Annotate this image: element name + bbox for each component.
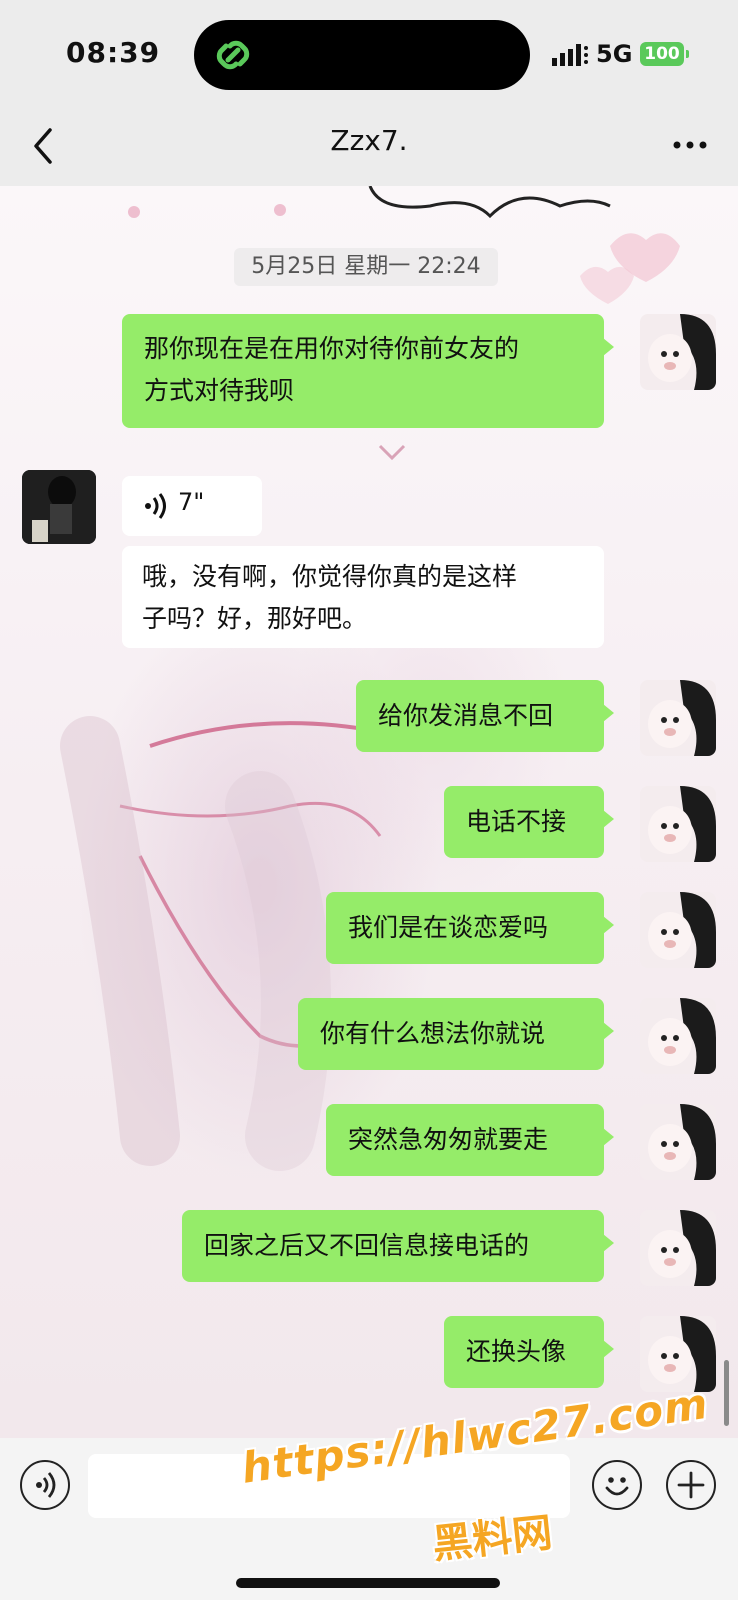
- contact-avatar[interactable]: [22, 470, 96, 544]
- my-avatar[interactable]: [640, 786, 716, 862]
- home-indicator: [236, 1578, 500, 1588]
- my-avatar[interactable]: [640, 998, 716, 1074]
- plus-icon: [677, 1471, 705, 1499]
- emoji-icon: [605, 1477, 629, 1496]
- avatar-image: [640, 1104, 716, 1180]
- avatar-image: [640, 892, 716, 968]
- avatar-image: [640, 786, 716, 862]
- status-time: 08:39: [66, 36, 161, 69]
- avatar-image: [640, 1210, 716, 1286]
- more-actions-button[interactable]: [666, 1460, 716, 1510]
- avatar-image: [640, 998, 716, 1074]
- signal-icon: [552, 44, 588, 66]
- message-bubble-sent[interactable]: 还换头像: [444, 1316, 614, 1388]
- message-bubble-sent[interactable]: 回家之后又不回信息接电话的: [182, 1210, 614, 1282]
- my-avatar[interactable]: [640, 314, 716, 390]
- message-input[interactable]: [88, 1454, 570, 1518]
- dynamic-island: [194, 20, 530, 90]
- network-type: 5G: [596, 40, 633, 68]
- my-avatar[interactable]: [640, 1210, 716, 1286]
- avatar-image: [640, 1316, 716, 1392]
- chat-header: Zzx7.: [0, 110, 738, 186]
- chat-title[interactable]: Zzx7.: [0, 124, 738, 157]
- voice-input-button[interactable]: [20, 1460, 70, 1510]
- message-bubble-sent[interactable]: 那你现在是在用你对待你前女友的 方式对待我呗: [122, 314, 614, 428]
- chain-link-icon: [216, 40, 250, 70]
- message-text-line: 那你现在是在用你对待你前女友的: [144, 334, 520, 363]
- more-icon[interactable]: [672, 140, 708, 150]
- my-avatar[interactable]: [640, 1316, 716, 1392]
- message-text-line: 方式对待我呗: [144, 376, 295, 405]
- voice-wave-icon: [145, 493, 166, 519]
- voice-duration: 7": [178, 488, 205, 516]
- emoji-button[interactable]: [592, 1460, 642, 1510]
- message-text-line: 子吗？好，那好吧。: [142, 604, 368, 633]
- message-text-line: 哦，没有啊，你觉得你真的是这样: [142, 562, 518, 591]
- message-text: 给你发消息不回: [378, 701, 554, 730]
- message-bubble-sent[interactable]: 你有什么想法你就说: [298, 998, 614, 1070]
- status-bar: 08:39 5G 100: [0, 0, 738, 110]
- scrollbar[interactable]: [724, 1360, 729, 1426]
- message-text: 回家之后又不回信息接电话的: [204, 1231, 530, 1260]
- message-bubble-sent[interactable]: 突然急匆匆就要走: [326, 1104, 614, 1176]
- message-bubble-sent[interactable]: 给你发消息不回: [356, 680, 614, 752]
- my-avatar[interactable]: [640, 680, 716, 756]
- message-bubble-sent[interactable]: 我们是在谈恋爱吗: [326, 892, 614, 964]
- message-text: 你有什么想法你就说: [320, 1019, 546, 1048]
- battery-indicator: 100: [640, 42, 689, 66]
- message-text: 电话不接: [466, 807, 567, 836]
- chat-area[interactable]: 5月25日 星期一 22:24 那你现在是在用你对待你前女友的 方式对待我呗 7…: [0, 186, 738, 1438]
- my-avatar[interactable]: [640, 892, 716, 968]
- message-bubble-received[interactable]: 哦，没有啊，你觉得你真的是这样 子吗？好，那好吧。: [122, 546, 604, 648]
- message-text: 突然急匆匆就要走: [348, 1125, 549, 1154]
- avatar-image: [640, 314, 716, 390]
- message-text: 还换头像: [466, 1337, 567, 1366]
- input-bar: [0, 1438, 738, 1600]
- avatar-image: [640, 680, 716, 756]
- message-bubble-sent[interactable]: 电话不接: [444, 786, 614, 858]
- avatar-image: [22, 470, 96, 544]
- chat-timestamp: 5月25日 星期一 22:24: [234, 248, 498, 286]
- voice-icon: [36, 1472, 56, 1498]
- my-avatar[interactable]: [640, 1104, 716, 1180]
- message-text: 我们是在谈恋爱吗: [348, 913, 549, 942]
